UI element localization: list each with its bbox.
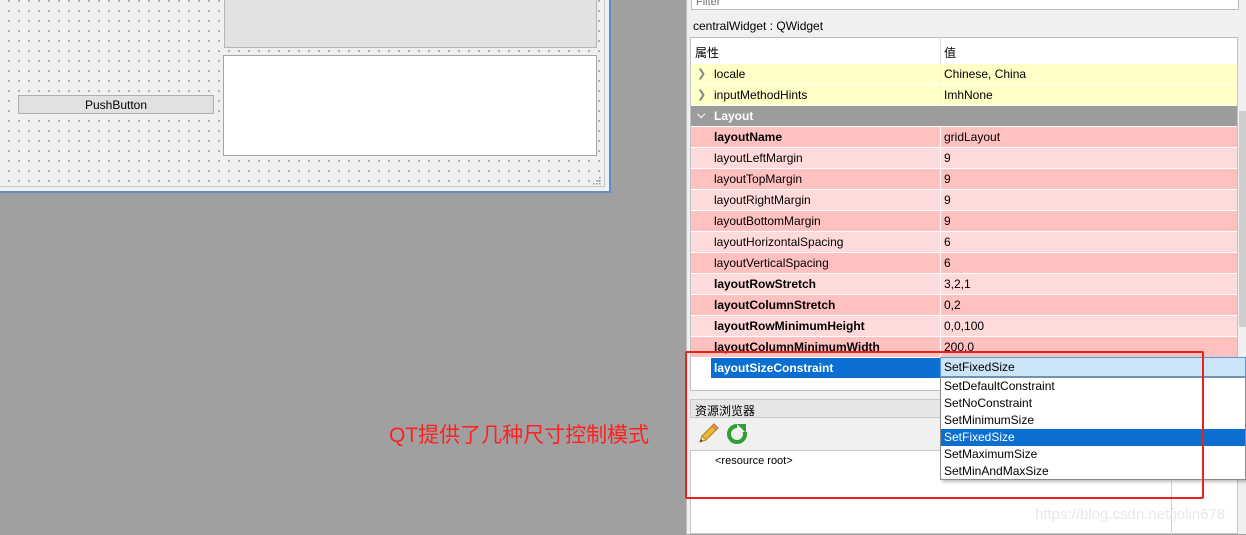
property-name: layoutRowStretch <box>714 277 817 291</box>
property-table: 属性 值 ❯ locale Chinese, China ❯ inputMeth… <box>690 37 1238 391</box>
property-row-locale[interactable]: ❯ locale Chinese, China <box>691 64 1237 85</box>
resize-grip-icon[interactable] <box>592 176 602 186</box>
property-value[interactable]: ImhNone <box>944 88 993 102</box>
header-value[interactable]: 值 <box>944 44 956 61</box>
form-canvas-grid[interactable]: PushButton <box>0 0 605 187</box>
filter-input[interactable] <box>691 0 1239 10</box>
property-group-layout[interactable]: ⌵ Layout <box>691 106 1237 127</box>
property-row-layoutrowminimumheight[interactable]: layoutRowMinimumHeight 0,0,100 <box>691 316 1237 337</box>
chevron-down-icon[interactable]: ⌵ <box>697 109 705 122</box>
property-value[interactable]: 3,2,1 <box>944 277 971 291</box>
property-row-layoutbottommargin[interactable]: layoutBottomMargin 9 <box>691 211 1237 232</box>
property-row-inputmethodhints[interactable]: ❯ inputMethodHints ImhNone <box>691 85 1237 106</box>
property-name: locale <box>714 67 746 81</box>
chevron-right-icon[interactable]: ❯ <box>697 67 706 80</box>
property-value[interactable]: 6 <box>944 256 951 270</box>
property-value[interactable]: gridLayout <box>944 130 1000 144</box>
annotation-text: QT提供了几种尺寸控制模式 <box>389 424 650 447</box>
property-row-layoutleftmargin[interactable]: layoutLeftMargin 9 <box>691 148 1237 169</box>
push-button-widget[interactable]: PushButton <box>18 95 214 114</box>
property-name: layoutName <box>714 130 783 144</box>
property-name: layoutColumnStretch <box>714 298 836 312</box>
property-value[interactable]: 9 <box>944 214 951 228</box>
property-value[interactable]: 0,2 <box>944 298 961 312</box>
property-name: inputMethodHints <box>714 88 808 102</box>
property-row-layouttopmargin[interactable]: layoutTopMargin 9 <box>691 169 1237 190</box>
header-property[interactable]: 属性 <box>695 44 719 61</box>
property-name: layoutRightMargin <box>714 193 811 207</box>
property-name: layoutVerticalSpacing <box>714 256 829 270</box>
top-widget-placeholder[interactable] <box>224 0 597 48</box>
group-label: Layout <box>714 109 754 123</box>
chevron-right-icon[interactable]: ❯ <box>697 88 706 101</box>
scrollbar-thumb[interactable] <box>1239 111 1246 327</box>
property-name: layoutHorizontalSpacing <box>714 235 844 249</box>
property-name: layoutRowMinimumHeight <box>714 319 865 333</box>
property-row-layouthorizontalspacing[interactable]: layoutHorizontalSpacing 6 <box>691 232 1237 253</box>
property-value[interactable]: Chinese, China <box>944 67 1026 81</box>
property-row-layoutrightmargin[interactable]: layoutRightMargin 9 <box>691 190 1237 211</box>
property-value[interactable]: 0,0,100 <box>944 319 984 333</box>
property-name: layoutLeftMargin <box>714 151 803 165</box>
property-row-layoutrowstretch[interactable]: layoutRowStretch 3,2,1 <box>691 274 1237 295</box>
property-row-layoutverticalspacing[interactable]: layoutVerticalSpacing 6 <box>691 253 1237 274</box>
property-value[interactable]: 9 <box>944 172 951 186</box>
property-row-layoutcolumnstretch[interactable]: layoutColumnStretch 0,2 <box>691 295 1237 316</box>
property-name: layoutTopMargin <box>714 172 803 186</box>
property-name: layoutBottomMargin <box>714 214 821 228</box>
property-value[interactable]: 6 <box>944 235 951 249</box>
annotation-highlight-frame <box>685 351 1204 499</box>
property-value[interactable]: 9 <box>944 151 951 165</box>
property-table-scrollbar[interactable] <box>1239 37 1246 391</box>
text-edit-widget[interactable] <box>223 55 597 156</box>
property-table-header: 属性 值 <box>691 38 1237 65</box>
property-row-layoutname[interactable]: layoutName gridLayout <box>691 127 1237 148</box>
property-value[interactable]: 9 <box>944 193 951 207</box>
designer-form-window: PushButton <box>0 0 611 193</box>
object-class-label: centralWidget : QWidget <box>693 19 824 33</box>
watermark-text: https://blog.csdn.net/jolin678 <box>1035 506 1226 523</box>
